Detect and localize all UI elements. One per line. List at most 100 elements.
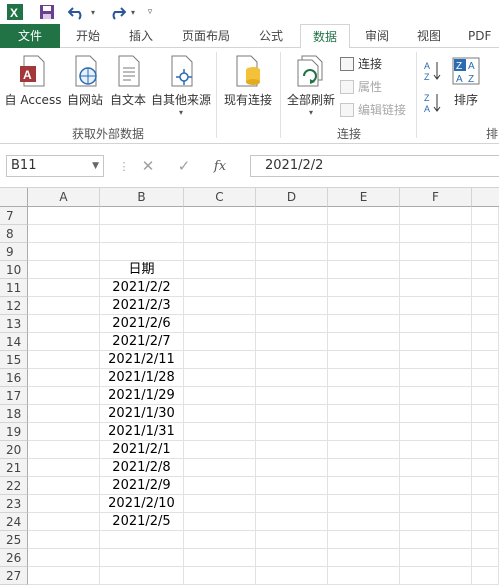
row-header[interactable]: 27 [0,567,28,585]
cell-e[interactable] [328,279,400,297]
cell-c[interactable] [184,441,256,459]
tab-review[interactable]: 审阅 [354,24,400,48]
tab-formulas[interactable]: 公式 [248,24,294,48]
tab-data[interactable]: 数据 [300,24,350,49]
cell-c[interactable] [184,513,256,531]
cell-g[interactable] [472,225,499,243]
cell-f[interactable] [400,207,472,225]
tab-home[interactable]: 开始 [64,24,112,48]
cell-c[interactable] [184,459,256,477]
cell-c[interactable] [184,531,256,549]
cell-b[interactable]: 2021/2/1 [100,441,184,459]
column-header-f[interactable]: F [400,188,472,207]
cell-f[interactable] [400,567,472,585]
row-header[interactable]: 24 [0,513,28,531]
from-text-button[interactable]: 自文本 [108,54,148,108]
cell-c[interactable] [184,207,256,225]
cell-c[interactable] [184,333,256,351]
row-header[interactable]: 17 [0,387,28,405]
edit-links-button[interactable]: 编辑链接 [340,100,406,120]
cell-c[interactable] [184,315,256,333]
cell-f[interactable] [400,279,472,297]
connections-button[interactable]: 连接 [340,54,382,74]
cell-a[interactable] [28,477,100,495]
cell-g[interactable] [472,549,499,567]
row-header[interactable]: 18 [0,405,28,423]
cell-a[interactable] [28,225,100,243]
cell-f[interactable] [400,387,472,405]
cell-e[interactable] [328,531,400,549]
cell-f[interactable] [400,333,472,351]
cell-b[interactable]: 2021/2/8 [100,459,184,477]
properties-button[interactable]: 属性 [340,77,382,97]
cell-d[interactable] [256,315,328,333]
cell-a[interactable] [28,333,100,351]
cell-d[interactable] [256,549,328,567]
cell-e[interactable] [328,513,400,531]
cell-f[interactable] [400,369,472,387]
cell-e[interactable] [328,297,400,315]
row-header[interactable]: 9 [0,243,28,261]
cell-g[interactable] [472,261,499,279]
cell-b[interactable]: 2021/2/5 [100,513,184,531]
cell-g[interactable] [472,441,499,459]
from-access-button[interactable]: A 自 Access [4,54,62,108]
cell-b[interactable] [100,225,184,243]
cell-c[interactable] [184,477,256,495]
cell-f[interactable] [400,261,472,279]
cell-a[interactable] [28,513,100,531]
redo-dropdown-icon[interactable]: ▾ [128,3,138,21]
row-header[interactable]: 8 [0,225,28,243]
cell-a[interactable] [28,315,100,333]
sort-descending-button[interactable]: ZA [422,92,444,117]
column-header-overflow[interactable] [472,188,499,207]
tab-insert[interactable]: 插入 [118,24,164,48]
cell-e[interactable] [328,459,400,477]
cell-c[interactable] [184,243,256,261]
cancel-icon[interactable]: ✕ [130,157,166,175]
existing-connections-button[interactable]: 现有连接 [220,54,276,108]
cell-d[interactable] [256,441,328,459]
cell-f[interactable] [400,531,472,549]
cell-a[interactable] [28,261,100,279]
from-other-sources-button[interactable]: 自其他来源 ▾ [150,54,212,117]
cell-d[interactable] [256,423,328,441]
cell-f[interactable] [400,549,472,567]
row-header[interactable]: 10 [0,261,28,279]
cell-c[interactable] [184,495,256,513]
cell-b[interactable] [100,531,184,549]
tab-file[interactable]: 文件 [0,24,60,48]
cell-e[interactable] [328,387,400,405]
cell-a[interactable] [28,297,100,315]
column-header-b[interactable]: B [100,188,184,207]
cell-c[interactable] [184,279,256,297]
cell-g[interactable] [472,297,499,315]
cell-b[interactable]: 2021/2/3 [100,297,184,315]
cell-g[interactable] [472,387,499,405]
cell-c[interactable] [184,261,256,279]
cell-e[interactable] [328,405,400,423]
cell-g[interactable] [472,531,499,549]
row-header[interactable]: 13 [0,315,28,333]
cell-b[interactable]: 日期 [100,261,184,279]
cell-a[interactable] [28,567,100,585]
cell-a[interactable] [28,207,100,225]
name-box[interactable]: B11 ▼ [6,155,104,177]
cell-d[interactable] [256,351,328,369]
cell-a[interactable] [28,351,100,369]
cell-a[interactable] [28,531,100,549]
undo-icon[interactable] [66,3,88,21]
cell-e[interactable] [328,495,400,513]
redo-icon[interactable] [106,3,128,21]
cell-f[interactable] [400,315,472,333]
row-header[interactable]: 20 [0,441,28,459]
cell-b[interactable]: 2021/1/28 [100,369,184,387]
cell-a[interactable] [28,459,100,477]
undo-dropdown-icon[interactable]: ▾ [88,3,98,21]
tab-view[interactable]: 视图 [406,24,452,48]
column-header-c[interactable]: C [184,188,256,207]
row-header[interactable]: 15 [0,351,28,369]
cell-b[interactable]: 2021/1/29 [100,387,184,405]
cell-b[interactable] [100,549,184,567]
enter-icon[interactable]: ✓ [166,157,202,175]
